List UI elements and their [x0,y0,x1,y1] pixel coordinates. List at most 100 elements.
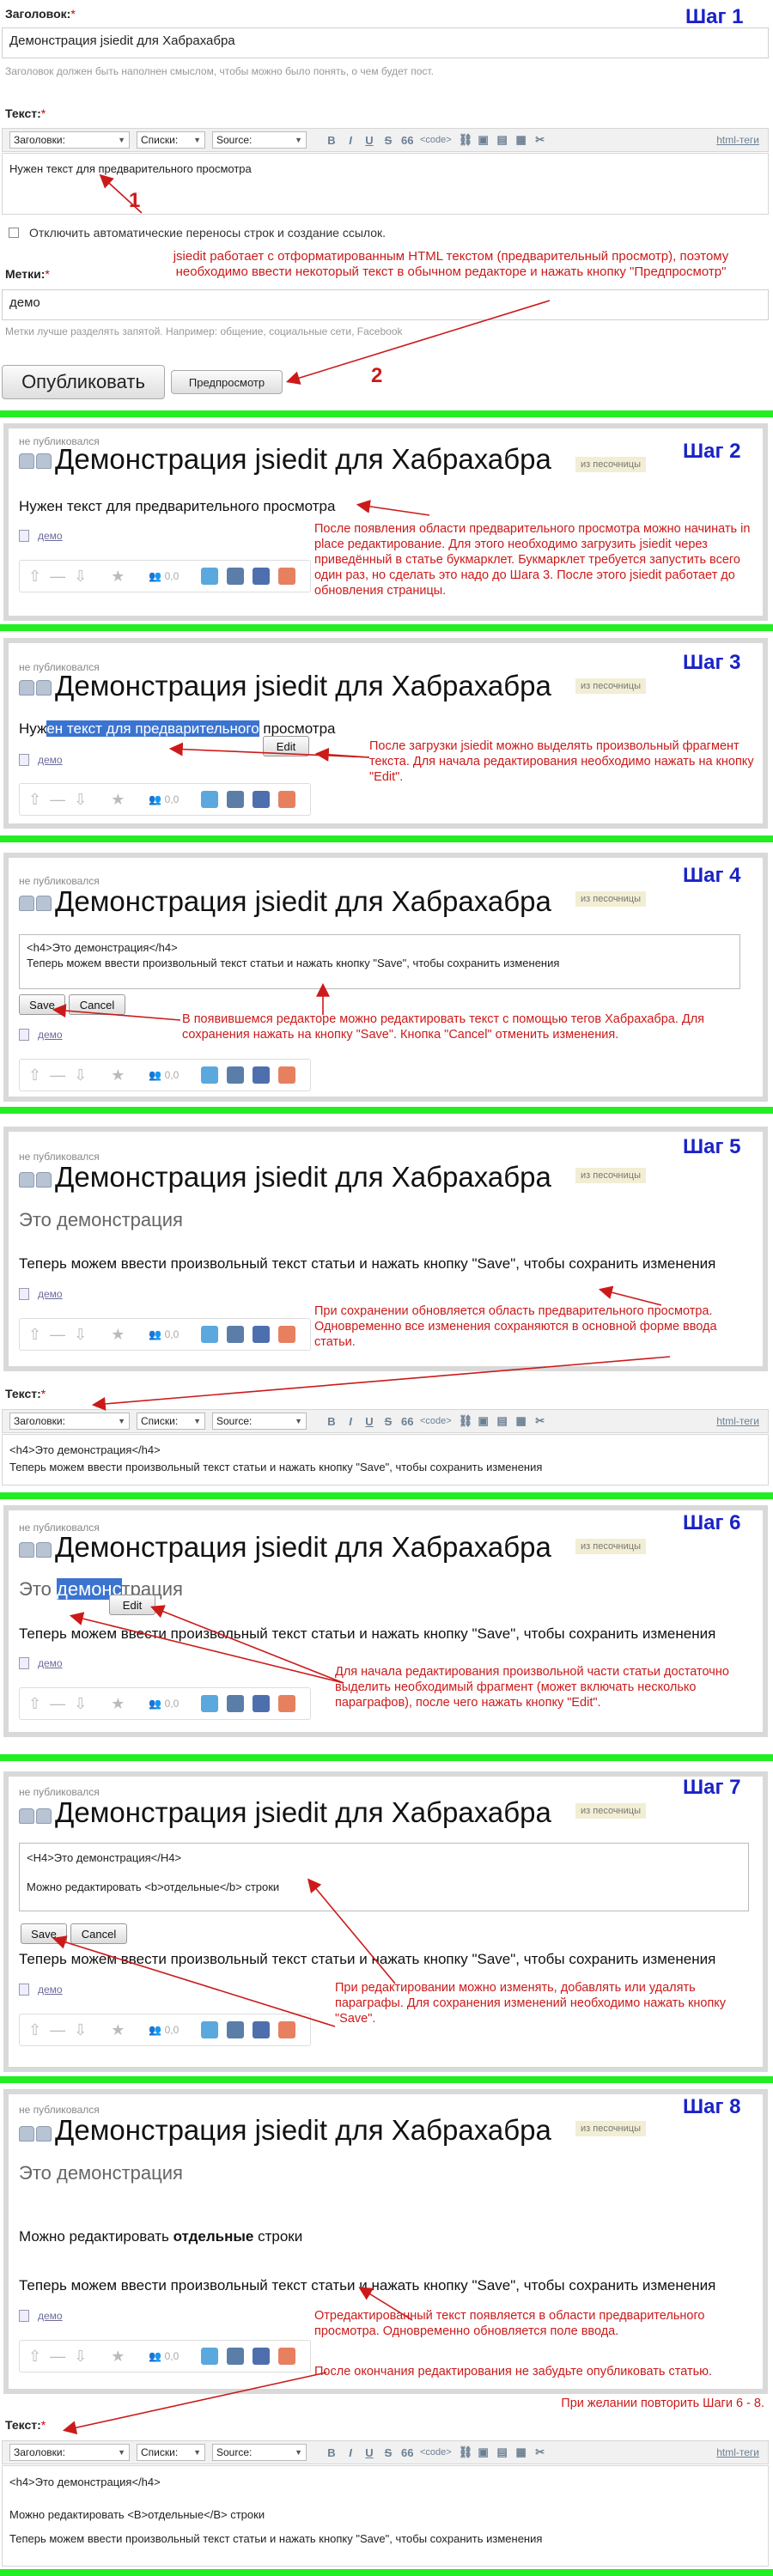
post-tag[interactable]: демо [19,1657,63,1669]
vk-icon[interactable] [227,568,245,585]
vote-down-icon[interactable]: ⇩ [74,1695,87,1713]
headings-select[interactable]: Заголовки: ▼ [9,1413,130,1430]
vote-down-icon[interactable]: ⇩ [74,2348,87,2366]
quote-button[interactable]: 66 [401,1415,413,1428]
preview-button[interactable]: Предпросмотр [171,370,283,394]
lists-select[interactable]: Списки: ▼ [137,1413,205,1430]
vote-down-icon[interactable]: ⇩ [74,568,87,586]
vote-down-icon[interactable]: ⇩ [74,2021,87,2039]
post-tag[interactable]: демо [19,2310,63,2322]
jsiedit-editor[interactable]: <h4>Это демонстрация</h4> Теперь можем в… [19,934,740,989]
italic-button[interactable]: I [344,134,356,147]
vk-icon[interactable] [227,1066,245,1084]
favorite-icon[interactable]: ★ [111,2021,125,2039]
strike-button[interactable]: S [382,134,394,147]
image-icon[interactable]: ▣ [478,133,490,147]
favorite-icon[interactable]: ★ [111,791,125,809]
gplus-icon[interactable] [278,568,296,585]
vote-up-icon[interactable]: ⇧ [28,1066,41,1084]
vote-up-icon[interactable]: ⇧ [28,791,41,809]
vk-icon[interactable] [227,791,245,808]
cancel-button[interactable]: Cancel [69,994,125,1015]
bold-button[interactable]: B [326,134,338,147]
cut-icon[interactable]: ✂ [534,133,546,147]
gplus-icon[interactable] [278,2021,296,2038]
source-select[interactable]: Source: ▼ [212,131,307,149]
favorite-icon[interactable]: ★ [111,1326,125,1344]
code-button[interactable]: <code> [420,2447,452,2458]
italic-button[interactable]: I [344,2446,356,2459]
headings-select[interactable]: Заголовки: ▼ [9,131,130,149]
favorite-icon[interactable]: ★ [111,1695,125,1713]
image-icon[interactable]: ▣ [478,2445,490,2459]
facebook-icon[interactable] [253,568,271,585]
twitter-icon[interactable] [201,791,219,808]
bold-button[interactable]: B [326,2446,338,2459]
cut-icon[interactable]: ✂ [534,1414,546,1428]
code-button[interactable]: <code> [420,1416,452,1426]
vote-up-icon[interactable]: ⇧ [28,1326,41,1344]
save-button[interactable]: Save [19,994,65,1015]
favorite-icon[interactable]: ★ [111,568,125,586]
post-tag[interactable]: демо [19,1984,63,1996]
autobreak-checkbox[interactable] [9,228,19,238]
save-icon[interactable]: ▦ [515,1414,527,1428]
link-icon[interactable]: ⛓ [459,2445,473,2459]
twitter-icon[interactable] [201,568,219,585]
facebook-icon[interactable] [253,2021,271,2038]
source-select[interactable]: Source: ▼ [212,2444,307,2461]
vk-icon[interactable] [227,1695,245,1712]
underline-button[interactable]: U [363,2446,375,2459]
facebook-icon[interactable] [253,1066,271,1084]
headings-select[interactable]: Заголовки: ▼ [9,2444,130,2461]
strike-button[interactable]: S [382,1415,394,1428]
edit-button[interactable]: Edit [263,736,309,756]
vk-icon[interactable] [227,1326,245,1343]
post-tag[interactable]: демо [19,754,63,766]
vote-up-icon[interactable]: ⇧ [28,568,41,586]
facebook-icon[interactable] [253,1326,271,1343]
gplus-icon[interactable] [278,1066,296,1084]
jsiedit-editor[interactable]: <H4>Это демонстрация</H4> Можно редактир… [19,1843,749,1911]
post-tag[interactable]: демо [19,530,63,542]
gplus-icon[interactable] [278,791,296,808]
save-icon[interactable]: ▦ [515,2445,527,2459]
twitter-icon[interactable] [201,2021,219,2038]
vote-down-icon[interactable]: ⇩ [74,791,87,809]
save-button[interactable]: Save [21,1923,67,1944]
underline-button[interactable]: U [363,134,375,147]
post-tag[interactable]: демо [19,1288,63,1300]
link-icon[interactable]: ⛓ [459,1414,473,1428]
strike-button[interactable]: S [382,2446,394,2459]
vote-up-icon[interactable]: ⇧ [28,2021,41,2039]
gplus-icon[interactable] [278,1695,296,1712]
video-icon[interactable]: ▤ [496,133,508,147]
vote-down-icon[interactable]: ⇩ [74,1066,87,1084]
quote-button[interactable]: 66 [401,2446,413,2459]
publish-button[interactable]: Опубликовать [2,365,165,399]
video-icon[interactable]: ▤ [496,2445,508,2459]
cut-icon[interactable]: ✂ [534,2445,546,2459]
text-editor[interactable]: Нужен текст для предварительного просмот… [2,153,769,215]
facebook-icon[interactable] [253,791,271,808]
favorite-icon[interactable]: ★ [111,2348,125,2366]
text-editor[interactable]: <h4>Это демонстрация</h4> Теперь можем в… [2,1434,769,1485]
post-tag[interactable]: демо [19,1029,63,1041]
vote-up-icon[interactable]: ⇧ [28,2348,41,2366]
title-input[interactable]: Демонстрация jsiedit для Хабрахабра [2,27,769,58]
twitter-icon[interactable] [201,2348,219,2365]
source-select[interactable]: Source: ▼ [212,1413,307,1430]
code-button[interactable]: <code> [420,135,452,145]
underline-button[interactable]: U [363,1415,375,1428]
text-editor[interactable]: <h4>Это демонстрация</h4> Можно редактир… [2,2465,769,2567]
edit-button[interactable]: Edit [109,1595,155,1615]
vote-down-icon[interactable]: ⇩ [74,1326,87,1344]
html-tags-link[interactable]: html-теги [716,2446,759,2458]
lists-select[interactable]: Списки: ▼ [137,2444,205,2461]
facebook-icon[interactable] [253,1695,271,1712]
twitter-icon[interactable] [201,1695,219,1712]
italic-button[interactable]: I [344,1415,356,1428]
twitter-icon[interactable] [201,1066,219,1084]
save-icon[interactable]: ▦ [515,133,527,147]
vk-icon[interactable] [227,2348,245,2365]
